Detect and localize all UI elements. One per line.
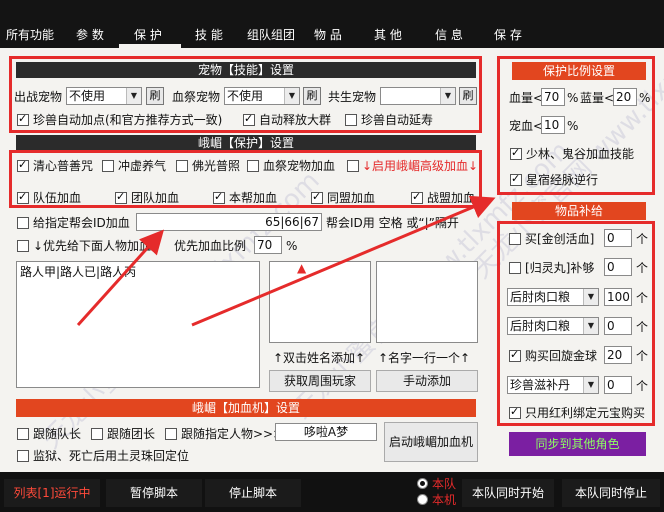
stop-script-button[interactable]: 停止脚本 [205, 479, 301, 507]
radio-self[interactable] [417, 494, 428, 505]
arrow-annotation [191, 195, 496, 327]
team-start-button[interactable]: 本队同时开始 [462, 479, 554, 507]
radio-self-label: 本机 [432, 493, 457, 507]
team-stop-button[interactable]: 本队同时停止 [562, 479, 660, 507]
list-status-button[interactable]: 列表[1]运行中 [4, 479, 100, 507]
arrow-annotation [76, 229, 165, 327]
radio-team-label: 本队 [432, 477, 457, 491]
annotation-arrows [76, 195, 496, 327]
pause-script-button[interactable]: 暂停脚本 [106, 479, 202, 507]
radio-team[interactable] [417, 478, 428, 489]
